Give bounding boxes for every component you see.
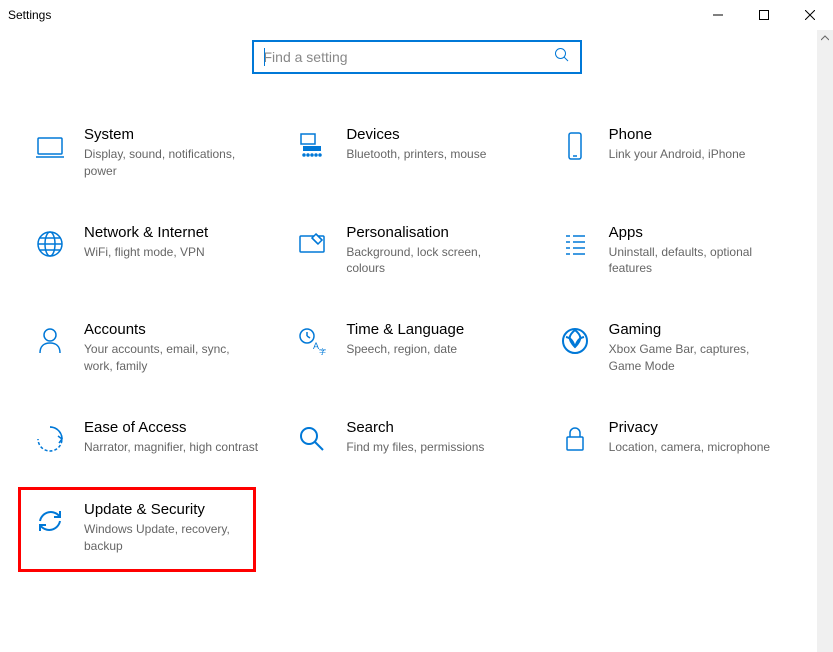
tile-phone[interactable]: Phone Link your Android, iPhone <box>555 124 787 182</box>
search-box[interactable] <box>252 40 582 74</box>
tile-desc: Uninstall, defaults, optional features <box>609 244 785 278</box>
close-icon <box>805 10 815 20</box>
tile-text: Update & Security Windows Update, recover… <box>84 501 260 555</box>
tile-desc: Windows Update, recovery, backup <box>84 521 260 555</box>
phone-icon <box>557 128 593 164</box>
window-controls <box>695 0 833 30</box>
tile-title: Apps <box>609 224 785 241</box>
close-button[interactable] <box>787 0 833 30</box>
time-icon: A字 <box>294 323 330 359</box>
search-icon <box>554 47 570 68</box>
network-icon <box>32 226 68 262</box>
chevron-up-icon <box>821 34 829 42</box>
tile-title: Phone <box>609 126 785 143</box>
tile-network[interactable]: Network & Internet WiFi, flight mode, VPN <box>30 222 262 280</box>
personalisation-icon <box>294 226 330 262</box>
system-icon <box>32 128 68 164</box>
tile-title: Update & Security <box>84 501 260 518</box>
tile-title: Network & Internet <box>84 224 260 241</box>
tile-title: Search <box>346 419 522 436</box>
maximize-button[interactable] <box>741 0 787 30</box>
accounts-icon <box>32 323 68 359</box>
window-title: Settings <box>8 8 51 22</box>
tile-text: Phone Link your Android, iPhone <box>609 126 785 163</box>
tile-update[interactable]: Update & Security Windows Update, recover… <box>30 499 262 557</box>
tile-desc: Bluetooth, printers, mouse <box>346 146 522 163</box>
tile-title: Devices <box>346 126 522 143</box>
titlebar: Settings <box>0 0 833 30</box>
tile-text: System Display, sound, notifications, pow… <box>84 126 260 180</box>
scrollbar-up-button[interactable] <box>817 30 833 46</box>
update-icon <box>32 503 68 539</box>
tile-title: Accounts <box>84 321 260 338</box>
minimize-button[interactable] <box>695 0 741 30</box>
tile-desc: Display, sound, notifications, power <box>84 146 260 180</box>
tile-text: Personalisation Background, lock screen, … <box>346 224 522 278</box>
svg-text:字: 字 <box>319 347 326 356</box>
tile-desc: Find my files, permissions <box>346 439 522 456</box>
tile-desc: Link your Android, iPhone <box>609 146 785 163</box>
apps-icon <box>557 226 593 262</box>
tile-desc: Speech, region, date <box>346 341 522 358</box>
tile-personalisation[interactable]: Personalisation Background, lock screen, … <box>292 222 524 280</box>
tile-title: Privacy <box>609 419 785 436</box>
tile-text: Accounts Your accounts, email, sync, work… <box>84 321 260 375</box>
tile-desc: Narrator, magnifier, high contrast <box>84 439 260 456</box>
tile-desc: Location, camera, microphone <box>609 439 785 456</box>
tile-desc: Background, lock screen, colours <box>346 244 522 278</box>
content-area: System Display, sound, notifications, pow… <box>0 30 833 652</box>
tile-ease[interactable]: Ease of Access Narrator, magnifier, high … <box>30 417 262 459</box>
tile-devices[interactable]: Devices Bluetooth, printers, mouse <box>292 124 524 182</box>
privacy-icon <box>557 421 593 457</box>
tile-desc: Your accounts, email, sync, work, family <box>84 341 260 375</box>
minimize-icon <box>713 10 723 20</box>
tile-title: Ease of Access <box>84 419 260 436</box>
search-icon <box>294 421 330 457</box>
tile-apps[interactable]: Apps Uninstall, defaults, optional featur… <box>555 222 787 280</box>
search-container <box>0 40 833 74</box>
tile-desc: Xbox Game Bar, captures, Game Mode <box>609 341 785 375</box>
tile-text: Apps Uninstall, defaults, optional featur… <box>609 224 785 278</box>
gaming-icon <box>557 323 593 359</box>
tile-title: Time & Language <box>346 321 522 338</box>
devices-icon <box>294 128 330 164</box>
tile-desc: WiFi, flight mode, VPN <box>84 244 260 261</box>
tile-text: Network & Internet WiFi, flight mode, VPN <box>84 224 260 261</box>
tile-search[interactable]: Search Find my files, permissions <box>292 417 524 459</box>
ease-icon <box>32 421 68 457</box>
tile-text: Gaming Xbox Game Bar, captures, Game Mode <box>609 321 785 375</box>
maximize-icon <box>759 10 769 20</box>
tile-gaming[interactable]: Gaming Xbox Game Bar, captures, Game Mode <box>555 319 787 377</box>
tile-text: Ease of Access Narrator, magnifier, high … <box>84 419 260 456</box>
tile-privacy[interactable]: Privacy Location, camera, microphone <box>555 417 787 459</box>
settings-grid: System Display, sound, notifications, pow… <box>0 124 817 556</box>
tile-text: Devices Bluetooth, printers, mouse <box>346 126 522 163</box>
text-cursor <box>264 48 265 66</box>
tile-accounts[interactable]: Accounts Your accounts, email, sync, work… <box>30 319 262 377</box>
tile-title: Personalisation <box>346 224 522 241</box>
tile-text: Privacy Location, camera, microphone <box>609 419 785 456</box>
search-input[interactable] <box>264 49 554 65</box>
tile-text: Time & Language Speech, region, date <box>346 321 522 358</box>
tile-system[interactable]: System Display, sound, notifications, pow… <box>30 124 262 182</box>
tile-time[interactable]: A字 Time & Language Speech, region, date <box>292 319 524 377</box>
tile-text: Search Find my files, permissions <box>346 419 522 456</box>
vertical-scrollbar[interactable] <box>817 30 833 652</box>
tile-title: System <box>84 126 260 143</box>
tile-title: Gaming <box>609 321 785 338</box>
